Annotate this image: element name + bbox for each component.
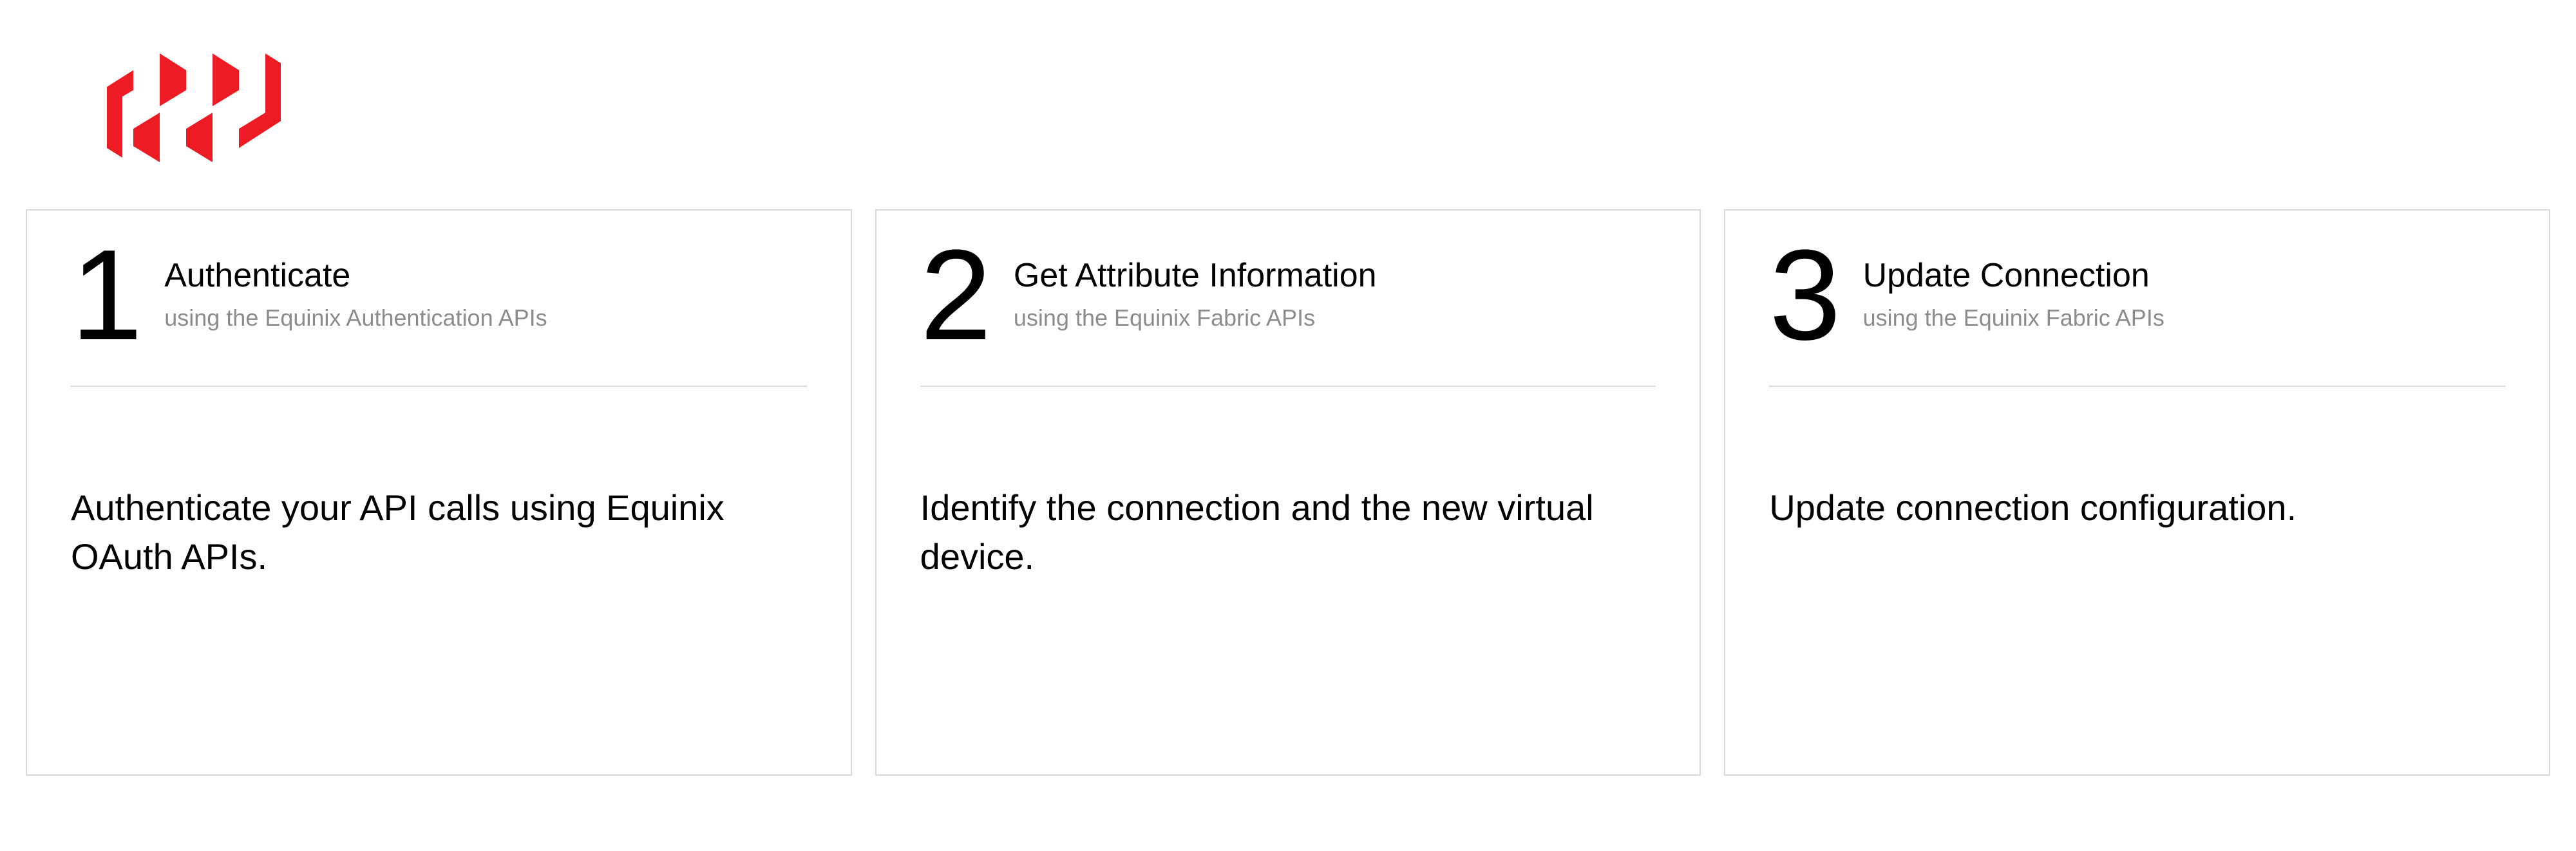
- brand-logo: [26, 26, 2550, 164]
- step-subtitle: using the Equinix Fabric APIs: [1014, 303, 1377, 333]
- step-header: 2 Get Attribute Information using the Eq…: [920, 244, 1656, 387]
- step-body: Update connection configuration.: [1769, 483, 2505, 532]
- step-title: Update Connection: [1863, 257, 2164, 294]
- step-title: Authenticate: [164, 257, 547, 294]
- step-number: 2: [920, 244, 985, 347]
- step-number: 3: [1769, 244, 1834, 347]
- equinix-logo-icon: [103, 51, 283, 164]
- step-header: 3 Update Connection using the Equinix Fa…: [1769, 244, 2505, 387]
- step-card-1: 1 Authenticate using the Equinix Authent…: [26, 209, 852, 776]
- step-body: Identify the connection and the new virt…: [920, 483, 1656, 581]
- step-header: 1 Authenticate using the Equinix Authent…: [71, 244, 807, 387]
- step-card-3: 3 Update Connection using the Equinix Fa…: [1724, 209, 2550, 776]
- step-subtitle: using the Equinix Fabric APIs: [1863, 303, 2164, 333]
- step-body: Authenticate your API calls using Equini…: [71, 483, 807, 581]
- step-title: Get Attribute Information: [1014, 257, 1377, 294]
- steps-row: 1 Authenticate using the Equinix Authent…: [26, 209, 2550, 776]
- step-number: 1: [71, 244, 136, 347]
- step-card-2: 2 Get Attribute Information using the Eq…: [875, 209, 1701, 776]
- step-subtitle: using the Equinix Authentication APIs: [164, 303, 547, 333]
